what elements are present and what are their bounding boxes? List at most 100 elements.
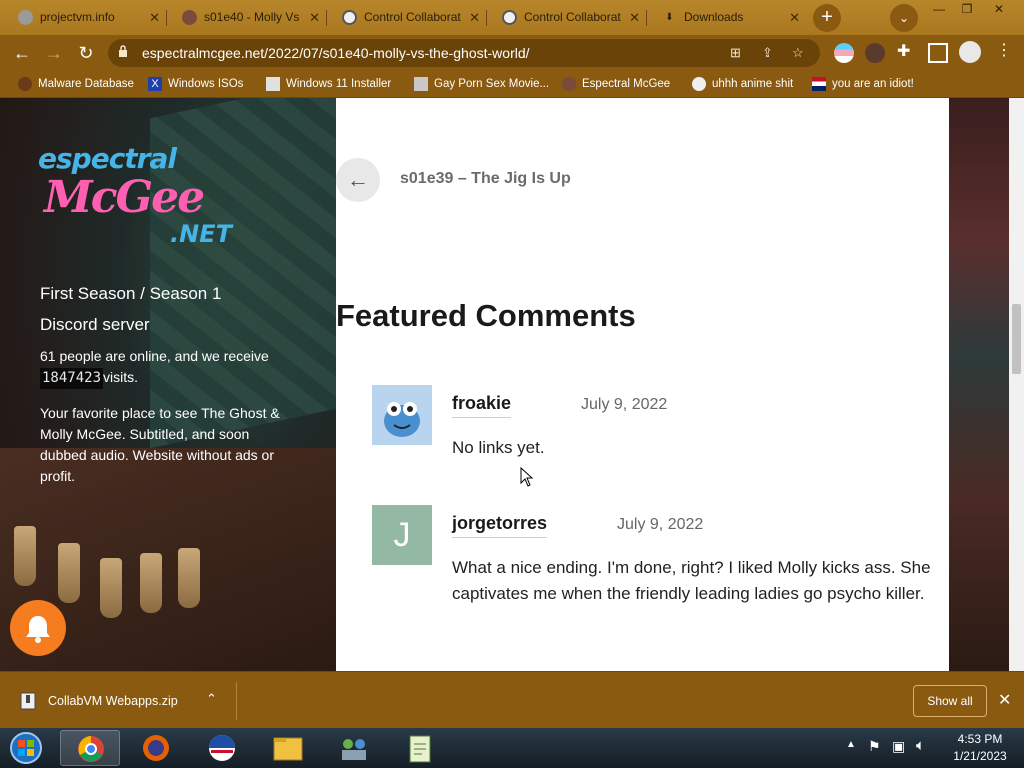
bookmark-label: you are an idiot! [832,78,914,90]
action-center-flag-icon[interactable]: ⚑ [868,738,881,755]
frog-avatar [372,385,432,445]
kebab-menu-icon[interactable]: ⋮ [996,40,1016,60]
close-tab-icon[interactable]: ✕ [469,3,480,32]
show-all-button[interactable]: Show all [913,685,987,717]
taskbar-app-3[interactable] [192,730,252,766]
bookmark-malware-database[interactable]: Malware Database [18,70,134,98]
download-shelf: CollabVM Webapps.zip ⌃ Show all ✕ [0,671,1024,728]
back-button[interactable]: ← [8,39,36,67]
taskbar-chrome[interactable] [60,730,120,766]
clock-time: 4:53 PM [957,732,1003,746]
network-icon[interactable]: ▣ [892,738,905,755]
download-filename: CollabVM Webapps.zip [48,694,178,708]
bookmark-espectral-mcgee[interactable]: Espectral McGee [562,70,670,98]
tab-downloads[interactable]: ⬇ Downloads ✕ [648,3,806,32]
volume-icon[interactable]: 🔈︎ [916,737,925,754]
chrome-icon [78,736,104,762]
tagline-text: Your favorite place to see [40,405,202,421]
tab-molly[interactable]: s01e40 - Molly Vs ✕ [168,3,326,32]
extensions-puzzle-icon[interactable]: ✚ [897,41,917,61]
network-users-icon [342,739,366,760]
nav-link-first-season[interactable]: First Season / Season 1 [40,284,221,304]
chevron-down-icon: ⌄ [898,11,910,25]
bell-icon [26,616,50,643]
clock-date: 1/21/2023 [953,749,1007,763]
online-status-text: 61 people are online, and we receive 184… [40,346,290,389]
profile-avatar-icon[interactable] [959,41,981,63]
browser-toolbar: ← → ↻ espectralmcgee.net/2022/07/s01e40-… [0,35,1024,70]
tab-title: Downloads [684,10,744,24]
bookmark-you-are-an-idiot[interactable]: you are an idiot! [812,70,914,98]
taskbar: ▲ ⚑ ▣ 🔈︎ 4:53 PM 1/21/2023 [0,728,1024,768]
nav-link-discord[interactable]: Discord server [40,315,150,335]
close-tab-icon[interactable]: ✕ [789,3,800,32]
chevron-up-icon[interactable]: ⌃ [206,691,217,707]
site-favicon-icon [562,77,576,91]
translate-icon[interactable]: ⊞ [730,39,741,67]
letter-avatar: J [372,505,432,565]
logo-text: McGee [44,172,205,223]
comment-date[interactable]: July 9, 2022 [581,396,667,414]
tab-control-2[interactable]: Control Collaborat ✕ [488,3,646,32]
comment-author[interactable]: froakie [452,393,512,418]
minimize-button[interactable]: — [924,0,954,20]
previous-post-button[interactable]: ← [336,158,380,202]
comment-author[interactable]: jorgetorres [452,513,548,538]
extension-avatar-icon[interactable] [865,43,885,63]
download-item[interactable]: CollabVM Webapps.zip [20,690,178,712]
tab-search-button[interactable]: ⌄ [890,4,918,32]
restore-button[interactable]: ❐ [952,0,982,20]
decor-tassel [178,548,200,608]
scrollbar-thumb[interactable] [1012,304,1021,374]
comment-item: J jorgetorres July 9, 2022 What a nice e… [372,505,949,645]
tab-strip: projectvm.info ✕ s01e40 - Molly Vs ✕ Con… [0,0,1024,35]
taskbar-file-explorer[interactable] [258,730,318,766]
logo-text: .NET [170,220,232,248]
reload-icon: ↻ [78,43,94,63]
show-hidden-icons-icon[interactable]: ▲ [846,739,856,750]
site-logo[interactable]: espectral McGee .NET [38,142,248,254]
tab-control-1[interactable]: Control Collaborat ✕ [328,3,486,32]
close-window-button[interactable]: ✕ [984,0,1014,20]
previous-post-title[interactable]: s01e39 – The Jig Is Up [400,170,571,188]
address-bar[interactable]: espectralmcgee.net/2022/07/s01e40-molly-… [108,39,820,67]
image-icon [266,77,280,91]
profile-extension-icon[interactable] [834,43,854,63]
mouse-cursor-icon [520,467,534,487]
share-icon[interactable]: ⇪ [762,39,773,67]
system-clock[interactable]: 4:53 PM 1/21/2023 [940,731,1020,765]
bookmarks-bar: Malware Database X Windows ISOs Windows … [0,70,1024,98]
notification-bell-button[interactable] [10,600,66,656]
side-panel-icon[interactable] [928,43,948,63]
bookmark-movie[interactable]: Gay Porn Sex Movie... [414,70,549,98]
close-tab-icon[interactable]: ✕ [629,3,640,32]
bookmark-windows-11-installer[interactable]: Windows 11 Installer [266,70,391,98]
forward-button[interactable]: → [40,39,68,67]
avatar-letter: J [393,516,411,554]
taskbar-firefox[interactable] [126,730,186,766]
close-tab-icon[interactable]: ✕ [149,3,160,32]
page-scrollbar[interactable] [1009,98,1024,671]
arrow-left-icon: ← [347,167,369,192]
taskbar-network-app[interactable] [324,730,384,766]
reload-button[interactable]: ↻ [72,39,100,67]
comment-date[interactable]: July 9, 2022 [617,516,703,534]
comment-text: What a nice ending. I'm done, right? I l… [452,558,931,603]
bookmark-star-icon[interactable]: ☆ [792,39,804,67]
comment-text: No links yet. [452,438,545,457]
tab-projectvm[interactable]: projectvm.info ✕ [4,3,166,32]
lock-icon [119,45,127,57]
bookmark-label: Malware Database [38,78,134,90]
bookmark-windows-isos[interactable]: X Windows ISOs [148,70,243,98]
globe-icon [342,10,357,25]
close-tab-icon[interactable]: ✕ [309,3,320,32]
bookmark-anime[interactable]: uhhh anime shit [692,70,793,98]
close-shelf-icon[interactable]: ✕ [998,690,1011,710]
url-text: espectralmcgee.net/2022/07/s01e40-molly-… [142,45,530,61]
taskbar-notepad[interactable] [390,730,450,766]
page-viewport: espectral McGee .NET First Season / Seas… [0,98,1024,671]
notepad-plus-icon [409,735,431,763]
bookmark-label: uhhh anime shit [712,78,794,90]
new-tab-button[interactable]: + [813,4,841,32]
start-button[interactable] [4,730,48,766]
